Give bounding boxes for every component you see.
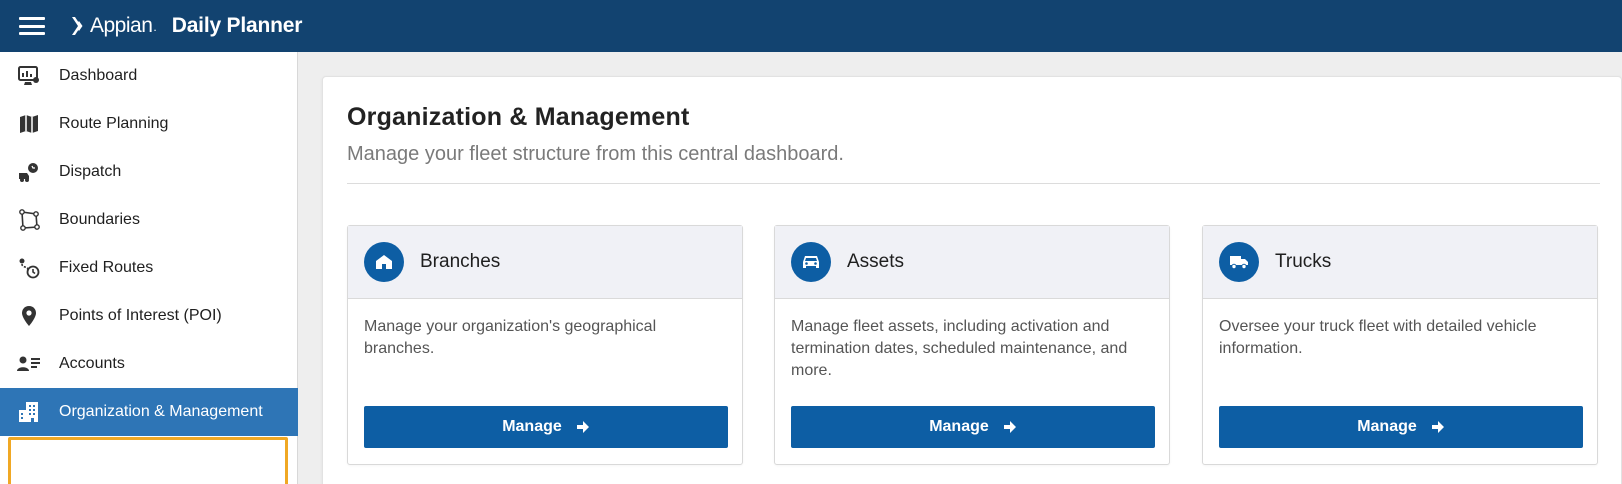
accounts-icon xyxy=(17,352,41,376)
divider xyxy=(347,183,1600,184)
sidebar-item-label: Dashboard xyxy=(59,67,138,84)
manage-assets-button[interactable]: Manage xyxy=(791,406,1155,448)
map-pin-icon xyxy=(17,304,41,328)
appian-logo[interactable]: Appian . xyxy=(70,14,157,38)
sidebar-item-label: Dispatch xyxy=(59,163,122,180)
main-content: Organization & Management Manage your fl… xyxy=(298,52,1622,484)
hamburger-menu-icon[interactable] xyxy=(19,17,45,35)
dispatch-icon xyxy=(17,160,41,184)
card-header: Branches xyxy=(348,226,742,299)
route-clock-icon xyxy=(17,256,41,280)
sidebar-item-route-planning[interactable]: Route Planning xyxy=(0,100,298,148)
page-subtitle: Manage your fleet structure from this ce… xyxy=(347,143,844,165)
page-title: Organization & Management xyxy=(347,103,690,131)
sidebar-item-accounts[interactable]: Accounts xyxy=(0,340,298,388)
sidebar-item-label: Organization & Management xyxy=(59,403,263,420)
button-label: Manage xyxy=(929,418,989,435)
map-icon xyxy=(17,112,41,136)
arrow-right-icon xyxy=(1003,421,1016,433)
brand-mark: . xyxy=(153,20,157,34)
building-icon xyxy=(17,400,41,424)
manage-trucks-button[interactable]: Manage xyxy=(1219,406,1583,448)
card-header: Trucks xyxy=(1203,226,1597,299)
sidebar-item-organization-management[interactable]: Organization & Management xyxy=(0,388,298,436)
card-title: Assets xyxy=(847,251,905,272)
sidebar: Dashboard Route Planning Dispatch Bounda… xyxy=(0,52,298,484)
sidebar-item-label: Boundaries xyxy=(59,211,140,228)
card-description: Manage your organization's geographical … xyxy=(364,318,657,357)
manage-branches-button[interactable]: Manage xyxy=(364,406,728,448)
focus-outline xyxy=(8,437,288,484)
sidebar-item-label: Route Planning xyxy=(59,115,169,132)
card-description: Manage fleet assets, including activatio… xyxy=(791,318,1128,379)
card-title: Trucks xyxy=(1275,251,1332,272)
sidebar-item-label: Fixed Routes xyxy=(59,259,154,276)
truck-icon xyxy=(1219,242,1259,282)
sidebar-item-dispatch[interactable]: Dispatch xyxy=(0,148,298,196)
sidebar-item-poi[interactable]: Points of Interest (POI) xyxy=(0,292,298,340)
appian-logo-icon xyxy=(72,17,83,35)
trucks-card: Trucks Oversee your truck fleet with det… xyxy=(1202,225,1598,465)
sidebar-item-dashboard[interactable]: Dashboard xyxy=(0,52,298,100)
brand-name: Appian xyxy=(90,14,153,37)
card-description: Oversee your truck fleet with detailed v… xyxy=(1219,318,1537,357)
boundary-icon xyxy=(17,208,41,232)
car-icon xyxy=(791,242,831,282)
sidebar-item-label: Points of Interest (POI) xyxy=(59,307,222,324)
card-header: Assets xyxy=(775,226,1169,299)
top-bar: Appian . Daily Planner xyxy=(0,0,1622,52)
app-title: Daily Planner xyxy=(171,14,303,37)
button-label: Manage xyxy=(1357,418,1417,435)
assets-card: Assets Manage fleet assets, including ac… xyxy=(774,225,1170,465)
sidebar-item-fixed-routes[interactable]: Fixed Routes xyxy=(0,244,298,292)
sidebar-item-label: Accounts xyxy=(59,355,125,372)
home-icon xyxy=(364,242,404,282)
sidebar-item-boundaries[interactable]: Boundaries xyxy=(0,196,298,244)
button-label: Manage xyxy=(502,418,562,435)
arrow-right-icon xyxy=(576,421,589,433)
arrow-right-icon xyxy=(1431,421,1444,433)
dashboard-icon xyxy=(17,64,41,88)
card-title: Branches xyxy=(420,251,501,272)
content-panel: Organization & Management Manage your fl… xyxy=(322,76,1622,484)
branches-card: Branches Manage your organization's geog… xyxy=(347,225,743,465)
